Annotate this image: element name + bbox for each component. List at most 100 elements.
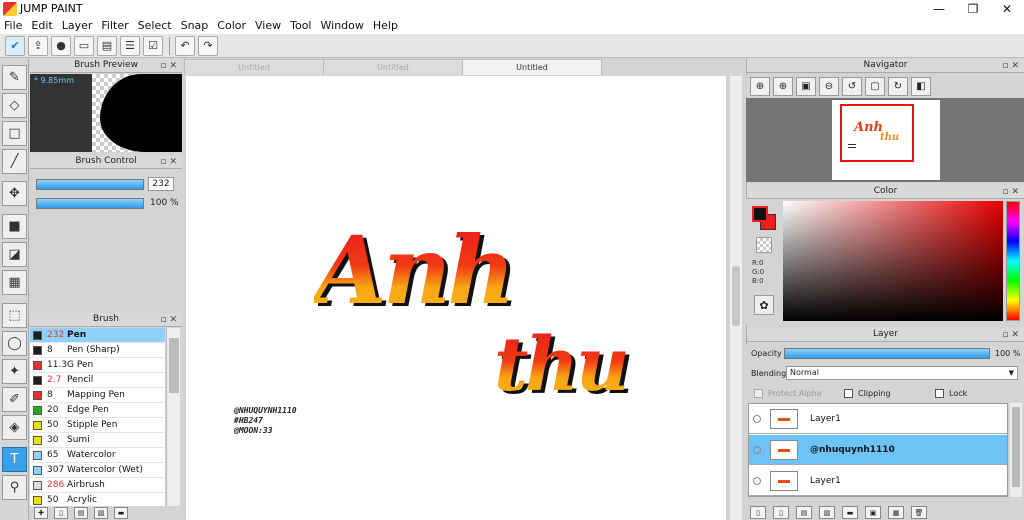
share-icon[interactable]: ⇪ bbox=[28, 35, 48, 56]
panel-controls[interactable]: ▫✕ bbox=[1002, 329, 1022, 342]
panel-controls[interactable]: ▫✕ bbox=[160, 156, 180, 169]
layer-row[interactable]: Layer1 bbox=[749, 404, 1007, 434]
undo-button[interactable]: ↶ bbox=[175, 35, 195, 56]
fill-square-icon[interactable]: ■ bbox=[2, 214, 27, 239]
rotate-left-icon[interactable]: ↺ bbox=[842, 76, 862, 96]
menu-file[interactable]: File bbox=[4, 19, 22, 32]
menu-snap[interactable]: Snap bbox=[181, 19, 209, 32]
folder-icon[interactable]: ▬ bbox=[114, 507, 128, 519]
checkbox-box[interactable] bbox=[754, 389, 763, 398]
fullscreen-icon[interactable]: ▢ bbox=[865, 76, 885, 96]
menu-window[interactable]: Window bbox=[321, 19, 364, 32]
brush-select-icon[interactable]: ✐ bbox=[2, 387, 27, 412]
transparent-color-icon[interactable] bbox=[756, 237, 772, 253]
pen-icon[interactable]: ✎ bbox=[2, 65, 27, 90]
delete-layer-icon[interactable]: 🗑 bbox=[911, 506, 927, 519]
scrollbar-thumb[interactable] bbox=[732, 266, 740, 326]
menu-help[interactable]: Help bbox=[373, 19, 398, 32]
zoom-in-icon[interactable]: ⊕ bbox=[773, 76, 793, 96]
brush-list-item[interactable]: 50 Stipple Pen bbox=[30, 418, 165, 433]
close-button[interactable]: ✕ bbox=[990, 0, 1024, 17]
lock-checkbox[interactable]: Lock bbox=[935, 389, 967, 398]
move-icon[interactable]: ✥ bbox=[2, 181, 27, 206]
add-brush-icon[interactable]: ✚ bbox=[34, 507, 48, 519]
brush-list-item[interactable]: 232 Pen bbox=[30, 328, 165, 343]
flip-icon[interactable]: ◧ bbox=[911, 76, 931, 96]
folder-icon[interactable]: ▬ bbox=[842, 506, 858, 519]
layer-list-scrollbar[interactable] bbox=[1010, 403, 1022, 497]
navigator-view[interactable]: Anh thu bbox=[746, 98, 1024, 182]
scrollbar-thumb[interactable] bbox=[169, 338, 179, 393]
brush-list-item[interactable]: 50 Acrylic bbox=[30, 493, 165, 506]
protect-alpha-checkbox[interactable]: Protect Alpha bbox=[754, 389, 822, 398]
merge-layer-icon[interactable]: ▣ bbox=[865, 506, 881, 519]
wand-icon[interactable]: ✦ bbox=[2, 359, 27, 384]
menu-color[interactable]: Color bbox=[217, 19, 246, 32]
tab-untitled-3[interactable]: Untitled bbox=[462, 59, 602, 75]
panel-controls[interactable]: ▫✕ bbox=[1002, 186, 1022, 199]
brush-list-item[interactable]: 20 Edge Pen bbox=[30, 403, 165, 418]
brush-list-item[interactable]: 286 Airbrush bbox=[30, 478, 165, 493]
rect-select-icon[interactable]: ⬚ bbox=[2, 303, 27, 328]
comment-icon[interactable]: ● bbox=[51, 35, 71, 56]
brush-list-item[interactable]: 2.7 Pencil bbox=[30, 373, 165, 388]
layer-settings-icon[interactable]: ▦ bbox=[888, 506, 904, 519]
menu-layer[interactable]: Layer bbox=[62, 19, 93, 32]
layer-row[interactable]: Layer1 bbox=[749, 466, 1007, 496]
panel-controls[interactable]: ▫✕ bbox=[1002, 60, 1022, 73]
blending-select[interactable]: Normal ▼ bbox=[786, 366, 1018, 380]
menu-tool[interactable]: Tool bbox=[290, 19, 311, 32]
clipping-checkbox[interactable]: Clipping bbox=[844, 389, 891, 398]
document-icon[interactable]: ▤ bbox=[97, 35, 117, 56]
brush-size-value[interactable]: 232 bbox=[148, 177, 174, 191]
rotate-right-icon[interactable]: ↻ bbox=[888, 76, 908, 96]
visibility-icon[interactable] bbox=[753, 414, 761, 423]
hue-slider[interactable] bbox=[1006, 201, 1020, 321]
menu-filter[interactable]: Filter bbox=[101, 19, 128, 32]
layer-mask-icon[interactable]: ▧ bbox=[819, 506, 835, 519]
tab-untitled-1[interactable]: Untitled bbox=[184, 59, 324, 75]
check-icon[interactable]: ✔ bbox=[5, 35, 25, 56]
brush-size-slider[interactable] bbox=[36, 179, 144, 190]
menu-select[interactable]: Select bbox=[138, 19, 172, 32]
brush-list-item[interactable]: 8 Mapping Pen bbox=[30, 388, 165, 403]
panel-controls[interactable]: ▫✕ bbox=[160, 314, 180, 327]
visibility-icon[interactable] bbox=[753, 476, 761, 485]
tab-untitled-2[interactable]: Untitled bbox=[323, 59, 463, 75]
palette-icon[interactable]: ✿ bbox=[754, 295, 774, 315]
zoom-fit-icon[interactable]: ⊕ bbox=[750, 76, 770, 96]
new-raster-layer-icon[interactable]: ▯ bbox=[773, 506, 789, 519]
duplicate-layer-icon[interactable]: ▤ bbox=[796, 506, 812, 519]
brush-list-item[interactable]: 65 Watercolor bbox=[30, 448, 165, 463]
brush-list-item[interactable]: 8 Pen (Sharp) bbox=[30, 343, 165, 358]
visibility-icon[interactable] bbox=[753, 445, 761, 454]
new-layer-icon[interactable]: ▯ bbox=[750, 506, 766, 519]
screen-icon[interactable]: ▭ bbox=[74, 35, 94, 56]
fit-icon[interactable]: ▣ bbox=[796, 76, 816, 96]
eyedropper-icon[interactable]: ⚲ bbox=[2, 475, 27, 500]
text-icon[interactable]: T bbox=[2, 447, 27, 472]
checkbox-box[interactable] bbox=[844, 389, 853, 398]
brush-list-item[interactable]: 11.3 G Pen bbox=[30, 358, 165, 373]
layer-opacity-slider[interactable] bbox=[784, 348, 990, 359]
lasso-icon[interactable]: ◯ bbox=[2, 331, 27, 356]
eraser-select-icon[interactable]: ◈ bbox=[2, 415, 27, 440]
panel-controls[interactable]: ▫✕ bbox=[160, 60, 180, 73]
brush-opacity-slider[interactable] bbox=[36, 198, 144, 209]
line-icon[interactable]: ╱ bbox=[2, 149, 27, 174]
copy-brush-icon[interactable]: ▤ bbox=[74, 507, 88, 519]
canvas-scrollbar[interactable] bbox=[730, 76, 742, 520]
maximize-button[interactable]: ❐ bbox=[956, 0, 990, 17]
menu-view[interactable]: View bbox=[255, 19, 281, 32]
scrollbar-thumb[interactable] bbox=[1012, 407, 1020, 487]
foreground-color-swatch[interactable] bbox=[752, 206, 768, 222]
drawing-canvas[interactable]: Anh thu @NHUQUYNH1110 #HB247 @MOON:33 bbox=[186, 76, 726, 520]
brush-list-item[interactable]: 307 Watercolor (Wet) bbox=[30, 463, 165, 478]
checkbox-box[interactable] bbox=[935, 389, 944, 398]
redo-button[interactable]: ↷ bbox=[198, 35, 218, 56]
brush-list-scrollbar[interactable] bbox=[166, 328, 180, 506]
menu-edit[interactable]: Edit bbox=[31, 19, 52, 32]
select-rect-icon[interactable]: □ bbox=[2, 121, 27, 146]
eraser-icon[interactable]: ◇ bbox=[2, 93, 27, 118]
layer-row[interactable]: @nhuquynh1110 bbox=[749, 435, 1007, 465]
